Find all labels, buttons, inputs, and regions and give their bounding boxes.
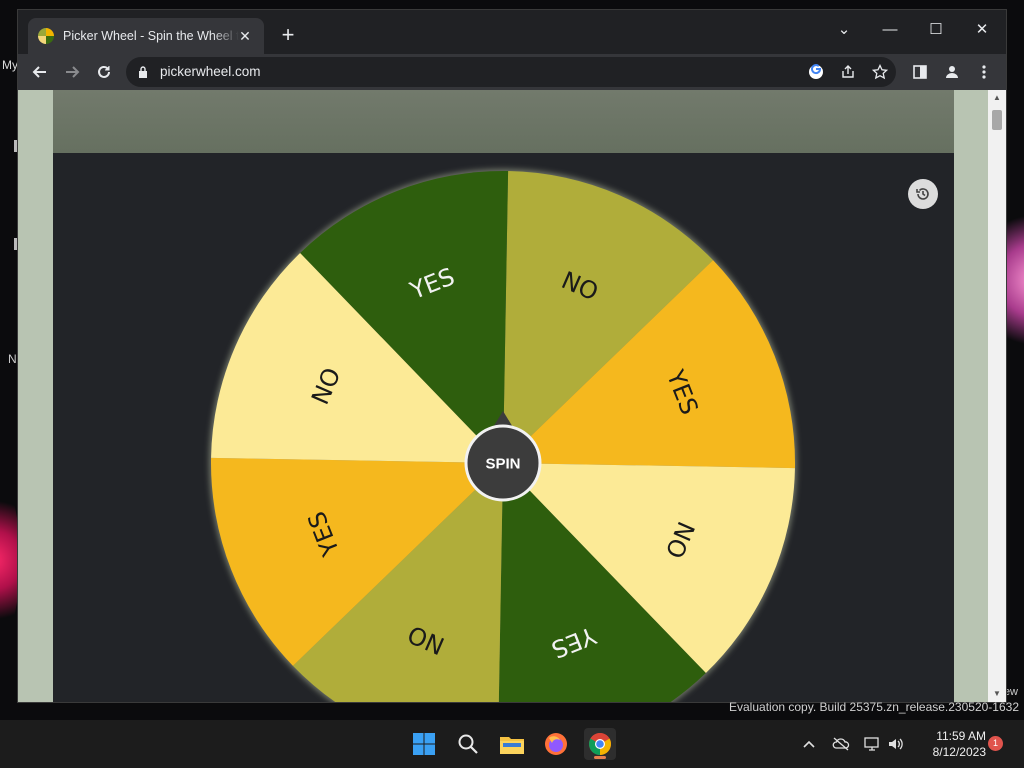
side-panel-icon[interactable] bbox=[910, 62, 930, 82]
clock-time: 11:59 AM bbox=[936, 729, 986, 743]
tab-search-button[interactable]: ⌄ bbox=[822, 16, 866, 44]
search-button[interactable] bbox=[452, 728, 484, 760]
title-bar: Picker Wheel - Spin the Wheel to ✕ + ⌄ —… bbox=[18, 10, 1006, 54]
windows-logo-icon bbox=[413, 733, 435, 755]
clock-date: 8/12/2023 bbox=[932, 745, 986, 759]
onedrive-offline-icon[interactable] bbox=[831, 734, 851, 754]
forward-button[interactable] bbox=[58, 58, 86, 86]
back-arrow-icon bbox=[32, 66, 46, 78]
chrome-icon bbox=[589, 733, 611, 755]
desktop-icon-label[interactable]: N bbox=[8, 352, 17, 366]
notification-badge[interactable]: 1 bbox=[988, 736, 1003, 751]
share-icon[interactable] bbox=[838, 62, 858, 82]
minimize-button[interactable]: — bbox=[868, 16, 912, 44]
new-tab-button[interactable]: + bbox=[276, 24, 300, 48]
history-button[interactable] bbox=[908, 179, 938, 209]
browser-window: Picker Wheel - Spin the Wheel to ✕ + ⌄ —… bbox=[18, 10, 1006, 702]
chrome-button[interactable] bbox=[584, 728, 616, 760]
scrollbar-thumb[interactable] bbox=[992, 110, 1002, 130]
show-hidden-icons-chevron-icon[interactable] bbox=[799, 734, 819, 754]
file-explorer-button[interactable] bbox=[496, 728, 528, 760]
address-bar[interactable]: pickerwheel.com bbox=[126, 57, 896, 87]
desktop-glow-left bbox=[0, 480, 20, 640]
lock-icon bbox=[139, 66, 147, 78]
reload-icon bbox=[98, 65, 110, 78]
firefox-button[interactable] bbox=[540, 728, 572, 760]
vertical-scrollbar[interactable]: ▲ ▼ bbox=[988, 90, 1006, 702]
maximize-button[interactable]: ☐ bbox=[914, 16, 958, 44]
firefox-icon bbox=[545, 733, 567, 755]
taskbar: 11:59 AM 8/12/2023 1 bbox=[0, 720, 1024, 768]
scroll-down-arrow-icon[interactable]: ▼ bbox=[988, 688, 1006, 700]
search-icon bbox=[458, 734, 478, 754]
profile-icon[interactable] bbox=[942, 62, 962, 82]
close-window-button[interactable]: ✕ bbox=[960, 16, 1004, 44]
start-button[interactable] bbox=[408, 728, 440, 760]
desktop-icon-label[interactable]: ew bbox=[1004, 686, 1018, 698]
system-clock[interactable]: 11:59 AM 8/12/2023 bbox=[912, 728, 986, 760]
picker-wheel-favicon-icon bbox=[38, 28, 54, 44]
picker-wheel[interactable]: NOYESNOYESNOYESNOYESSPIN bbox=[53, 90, 954, 702]
bookmark-star-icon[interactable] bbox=[870, 62, 890, 82]
google-lens-icon[interactable] bbox=[806, 62, 826, 82]
tab-title: Picker Wheel - Spin the Wheel to bbox=[63, 29, 239, 43]
active-app-indicator bbox=[594, 756, 606, 759]
browser-toolbar: pickerwheel.com bbox=[18, 54, 1006, 90]
desktop-icon-label[interactable]: My bbox=[2, 58, 18, 72]
history-icon bbox=[916, 188, 929, 200]
evaluation-watermark: Evaluation copy. Build 25375.zn_release.… bbox=[729, 700, 1019, 714]
scroll-up-arrow-icon[interactable]: ▲ bbox=[988, 92, 1006, 104]
folder-icon bbox=[500, 737, 524, 754]
tab-close-icon[interactable]: ✕ bbox=[236, 27, 254, 45]
reload-button[interactable] bbox=[90, 58, 118, 86]
volume-icon[interactable] bbox=[886, 734, 906, 754]
browser-tab[interactable]: Picker Wheel - Spin the Wheel to ✕ bbox=[28, 18, 264, 54]
page-content: NO YES NO YES NO YES NO YES SPIN bbox=[53, 90, 954, 702]
network-icon[interactable] bbox=[862, 734, 882, 754]
page-viewport: NO YES NO YES NO YES NO YES SPIN ▲ ▼ bbox=[18, 90, 1006, 702]
spin-button-label[interactable]: SPIN bbox=[485, 456, 520, 473]
back-button[interactable] bbox=[26, 58, 54, 86]
forward-arrow-icon bbox=[66, 66, 80, 78]
menu-kebab-icon[interactable] bbox=[974, 62, 994, 82]
url-text[interactable]: pickerwheel.com bbox=[160, 64, 261, 79]
